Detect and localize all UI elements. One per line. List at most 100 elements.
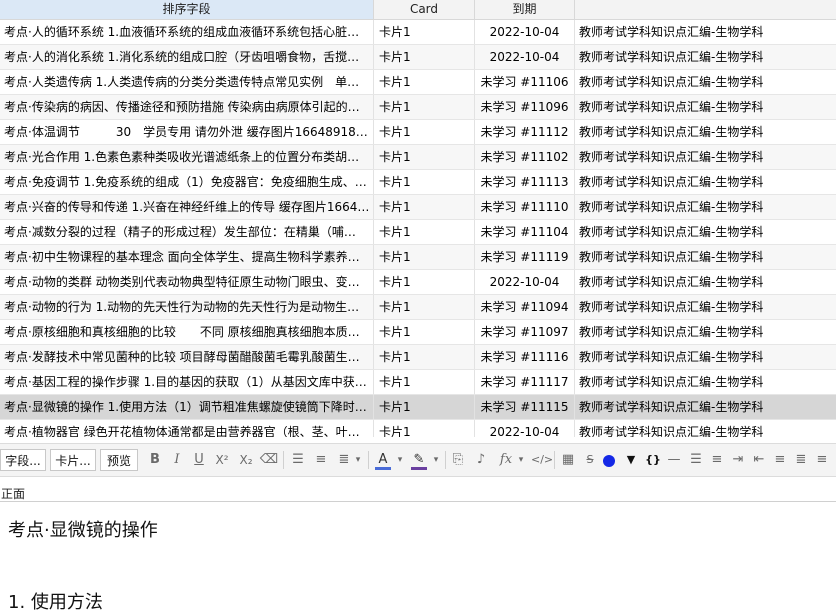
superscript-icon[interactable]: X²: [212, 450, 232, 470]
deck-cell: 教师考试学科知识点汇编-生物学科: [579, 125, 764, 139]
due-cell: 未学习 #11104: [475, 220, 575, 244]
due-cell: 2022-10-04: [475, 270, 575, 294]
underline-icon[interactable]: U: [189, 450, 209, 470]
chevron-down-icon[interactable]: ▾: [430, 450, 442, 470]
deck-cell: 教师考试学科知识点汇编-生物学科: [579, 225, 764, 239]
sort-field-cell: 考点·免疫调节 1.免疫系统的组成（1）免疫器官：免疫细胞生成、…: [0, 170, 374, 194]
sort-field-cell: 考点·动物的行为 1.动物的先天性行为动物的先天性行为是动物生…: [0, 295, 374, 319]
subscript-icon[interactable]: X₂: [236, 450, 256, 470]
card-cell: 卡片1: [374, 245, 475, 269]
deck-cell: 教师考试学科知识点汇编-生物学科: [579, 200, 764, 214]
due-cell: 未学习 #11106: [475, 70, 575, 94]
table-row[interactable]: 考点·植物器官 绿色开花植物体通常都是由营养器官（根、茎、叶… 卡片1 2022-1…: [0, 420, 836, 437]
sort-field-cell: 考点·植物器官 绿色开花植物体通常都是由营养器官（根、茎、叶…: [0, 420, 374, 437]
chevron-down-icon[interactable]: ▾: [394, 450, 406, 470]
divider: [368, 451, 369, 469]
unordered-list-icon[interactable]: ☰: [686, 450, 706, 470]
numbered-list-icon[interactable]: ≡: [311, 450, 331, 470]
italic-icon[interactable]: I: [167, 450, 187, 470]
card-cell: 卡片1: [374, 195, 475, 219]
divider: [445, 451, 446, 469]
html-editor-icon[interactable]: </>: [531, 450, 553, 470]
card-cell: 卡片1: [374, 370, 475, 394]
attach-icon[interactable]: ⎘: [448, 450, 468, 470]
align-right-icon[interactable]: ≡: [812, 450, 832, 470]
deck-cell: 教师考试学科知识点汇编-生物学科: [579, 50, 764, 64]
card-cell: 卡片1: [374, 320, 475, 344]
card-cell: 卡片1: [374, 220, 475, 244]
table-row[interactable]: 考点·初中生物课程的基本理念 面向全体学生、提高生物科学素养… 卡片1 未学习 #1…: [0, 245, 836, 270]
table-row[interactable]: 考点·传染病的病因、传播途径和预防措施 传染病由病原体引起的… 卡片1 未学习 #1…: [0, 95, 836, 120]
table-row[interactable]: 考点·光合作用 1.色素色素种类吸收光谱滤纸条上的位置分布类胡… 卡片1 未学习 #…: [0, 145, 836, 170]
align-icon[interactable]: ≣: [334, 450, 354, 470]
indent-icon[interactable]: ⇥: [728, 450, 748, 470]
eraser-icon[interactable]: ⌫: [259, 450, 279, 470]
due-cell: 未学习 #11113: [475, 170, 575, 194]
deck-cell: 教师考试学科知识点汇编-生物学科: [579, 75, 764, 89]
table-row[interactable]: 考点·显微镜的操作 1.使用方法（1）调节粗准焦螺旋使镜筒下降时… 卡片1 未学习 …: [0, 395, 836, 420]
column-header-card[interactable]: Card: [374, 0, 475, 19]
preview-button[interactable]: 预览: [100, 449, 138, 471]
editor-text-line: 1. 使用方法: [8, 592, 103, 613]
sort-field-cell: 考点·传染病的病因、传播途径和预防措施 传染病由病原体引起的…: [0, 95, 374, 119]
fields-button[interactable]: 字段...: [0, 449, 46, 471]
table-row[interactable]: 考点·人的消化系统 1.消化系统的组成口腔（牙齿咀嚼食物，舌搅… 卡片1 2022-…: [0, 45, 836, 70]
column-header-sort-field[interactable]: 排序字段: [0, 0, 374, 19]
sort-field-cell: 考点·人的循环系统 1.血液循环系统的组成血液循环系统包括心脏…: [0, 20, 374, 44]
card-cell: 卡片1: [374, 95, 475, 119]
table-row[interactable]: 考点·兴奋的传导和传递 1.兴奋在神经纤维上的传导 缓存图片1664… 卡片1 未学…: [0, 195, 836, 220]
card-cell: 卡片1: [374, 145, 475, 169]
horizontal-rule-icon[interactable]: —: [664, 450, 684, 470]
due-cell: 未学习 #11094: [475, 295, 575, 319]
table-row[interactable]: 考点·减数分裂的过程（精子的形成过程）发生部位：在精巢（哺… 卡片1 未学习 #11…: [0, 220, 836, 245]
deck-cell: 教师考试学科知识点汇编-生物学科: [579, 425, 764, 437]
column-header-due[interactable]: 到期: [475, 0, 575, 19]
due-cell: 未学习 #11112: [475, 120, 575, 144]
front-field-editor[interactable]: 考点·显微镜的操作 1. 使用方法: [0, 501, 836, 616]
deck-cell: 教师考试学科知识点汇编-生物学科: [579, 350, 764, 364]
divider: [283, 451, 284, 469]
outdent-icon[interactable]: ⇤: [749, 450, 769, 470]
table-icon[interactable]: ▦: [558, 450, 578, 470]
card-cell: 卡片1: [374, 270, 475, 294]
chevron-down-icon[interactable]: ▾: [515, 450, 527, 470]
table-row[interactable]: 考点·原核细胞和真核细胞的比较 不同 原核细胞真核细胞本质… 卡片1 未学习 #11…: [0, 320, 836, 345]
microphone-icon[interactable]: ♪: [471, 450, 491, 470]
card-cell: 卡片1: [374, 345, 475, 369]
table-header: 排序字段 Card 到期: [0, 0, 836, 20]
formula-icon[interactable]: fx: [496, 450, 516, 470]
strikethrough-icon[interactable]: S: [580, 450, 600, 470]
card-cell: 卡片1: [374, 295, 475, 319]
chevron-down-icon[interactable]: ▾: [352, 450, 364, 470]
table-row[interactable]: 考点·免疫调节 1.免疫系统的组成（1）免疫器官：免疫细胞生成、… 卡片1 未学习 …: [0, 170, 836, 195]
deck-cell: 教师考试学科知识点汇编-生物学科: [579, 100, 764, 114]
ordered-list-icon[interactable]: ≡: [707, 450, 727, 470]
card-cell: 卡片1: [374, 20, 475, 44]
bold-icon[interactable]: B: [145, 450, 165, 470]
due-cell: 未学习 #11119: [475, 245, 575, 269]
editor-text-line: 考点·显微镜的操作: [8, 520, 158, 541]
triangle-down-icon[interactable]: ▼: [621, 450, 641, 470]
column-header-deck[interactable]: [575, 0, 836, 19]
highlight-swatch: [411, 467, 427, 470]
align-left-icon[interactable]: ≡: [770, 450, 790, 470]
table-row[interactable]: 考点·发酵技术中常见菌种的比较 项目酵母菌醋酸菌毛霉乳酸菌生… 卡片1 未学习 #1…: [0, 345, 836, 370]
braces-icon[interactable]: {}: [643, 450, 663, 470]
sort-field-cell: 考点·原核细胞和真核细胞的比较 不同 原核细胞真核细胞本质…: [0, 320, 374, 344]
table-row[interactable]: 考点·动物的类群 动物类别代表动物典型特征原生动物门眼虫、变… 卡片1 2022-1…: [0, 270, 836, 295]
color-circle-icon[interactable]: [603, 455, 615, 467]
table-row[interactable]: 考点·动物的行为 1.动物的先天性行为动物的先天性行为是动物生… 卡片1 未学习 #…: [0, 295, 836, 320]
deck-cell: 教师考试学科知识点汇编-生物学科: [579, 275, 764, 289]
sort-field-cell: 考点·减数分裂的过程（精子的形成过程）发生部位：在精巢（哺…: [0, 220, 374, 244]
table-row[interactable]: 考点·人类遗传病 1.人类遗传病的分类分类遗传特点常见实例 单… 卡片1 未学习 #…: [0, 70, 836, 95]
table-row[interactable]: 考点·人的循环系统 1.血液循环系统的组成血液循环系统包括心脏… 卡片1 2022-…: [0, 20, 836, 45]
table-row[interactable]: 考点·基因工程的操作步骤 1.目的基因的获取（1）从基因文库中获… 卡片1 未学习 …: [0, 370, 836, 395]
align-center-icon[interactable]: ≣: [791, 450, 811, 470]
cards-button[interactable]: 卡片...: [50, 449, 96, 471]
sort-field-cell: 考点·发酵技术中常见菌种的比较 项目酵母菌醋酸菌毛霉乳酸菌生…: [0, 345, 374, 369]
sort-field-cell: 考点·体温调节 30 学员专用 请勿外泄 缓存图片16648918…: [0, 120, 374, 144]
table-row[interactable]: 考点·体温调节 30 学员专用 请勿外泄 缓存图片16648918… 卡片1 未学习…: [0, 120, 836, 145]
deck-cell: 教师考试学科知识点汇编-生物学科: [579, 150, 764, 164]
bullet-list-icon[interactable]: ☰: [288, 450, 308, 470]
due-cell: 未学习 #11116: [475, 345, 575, 369]
